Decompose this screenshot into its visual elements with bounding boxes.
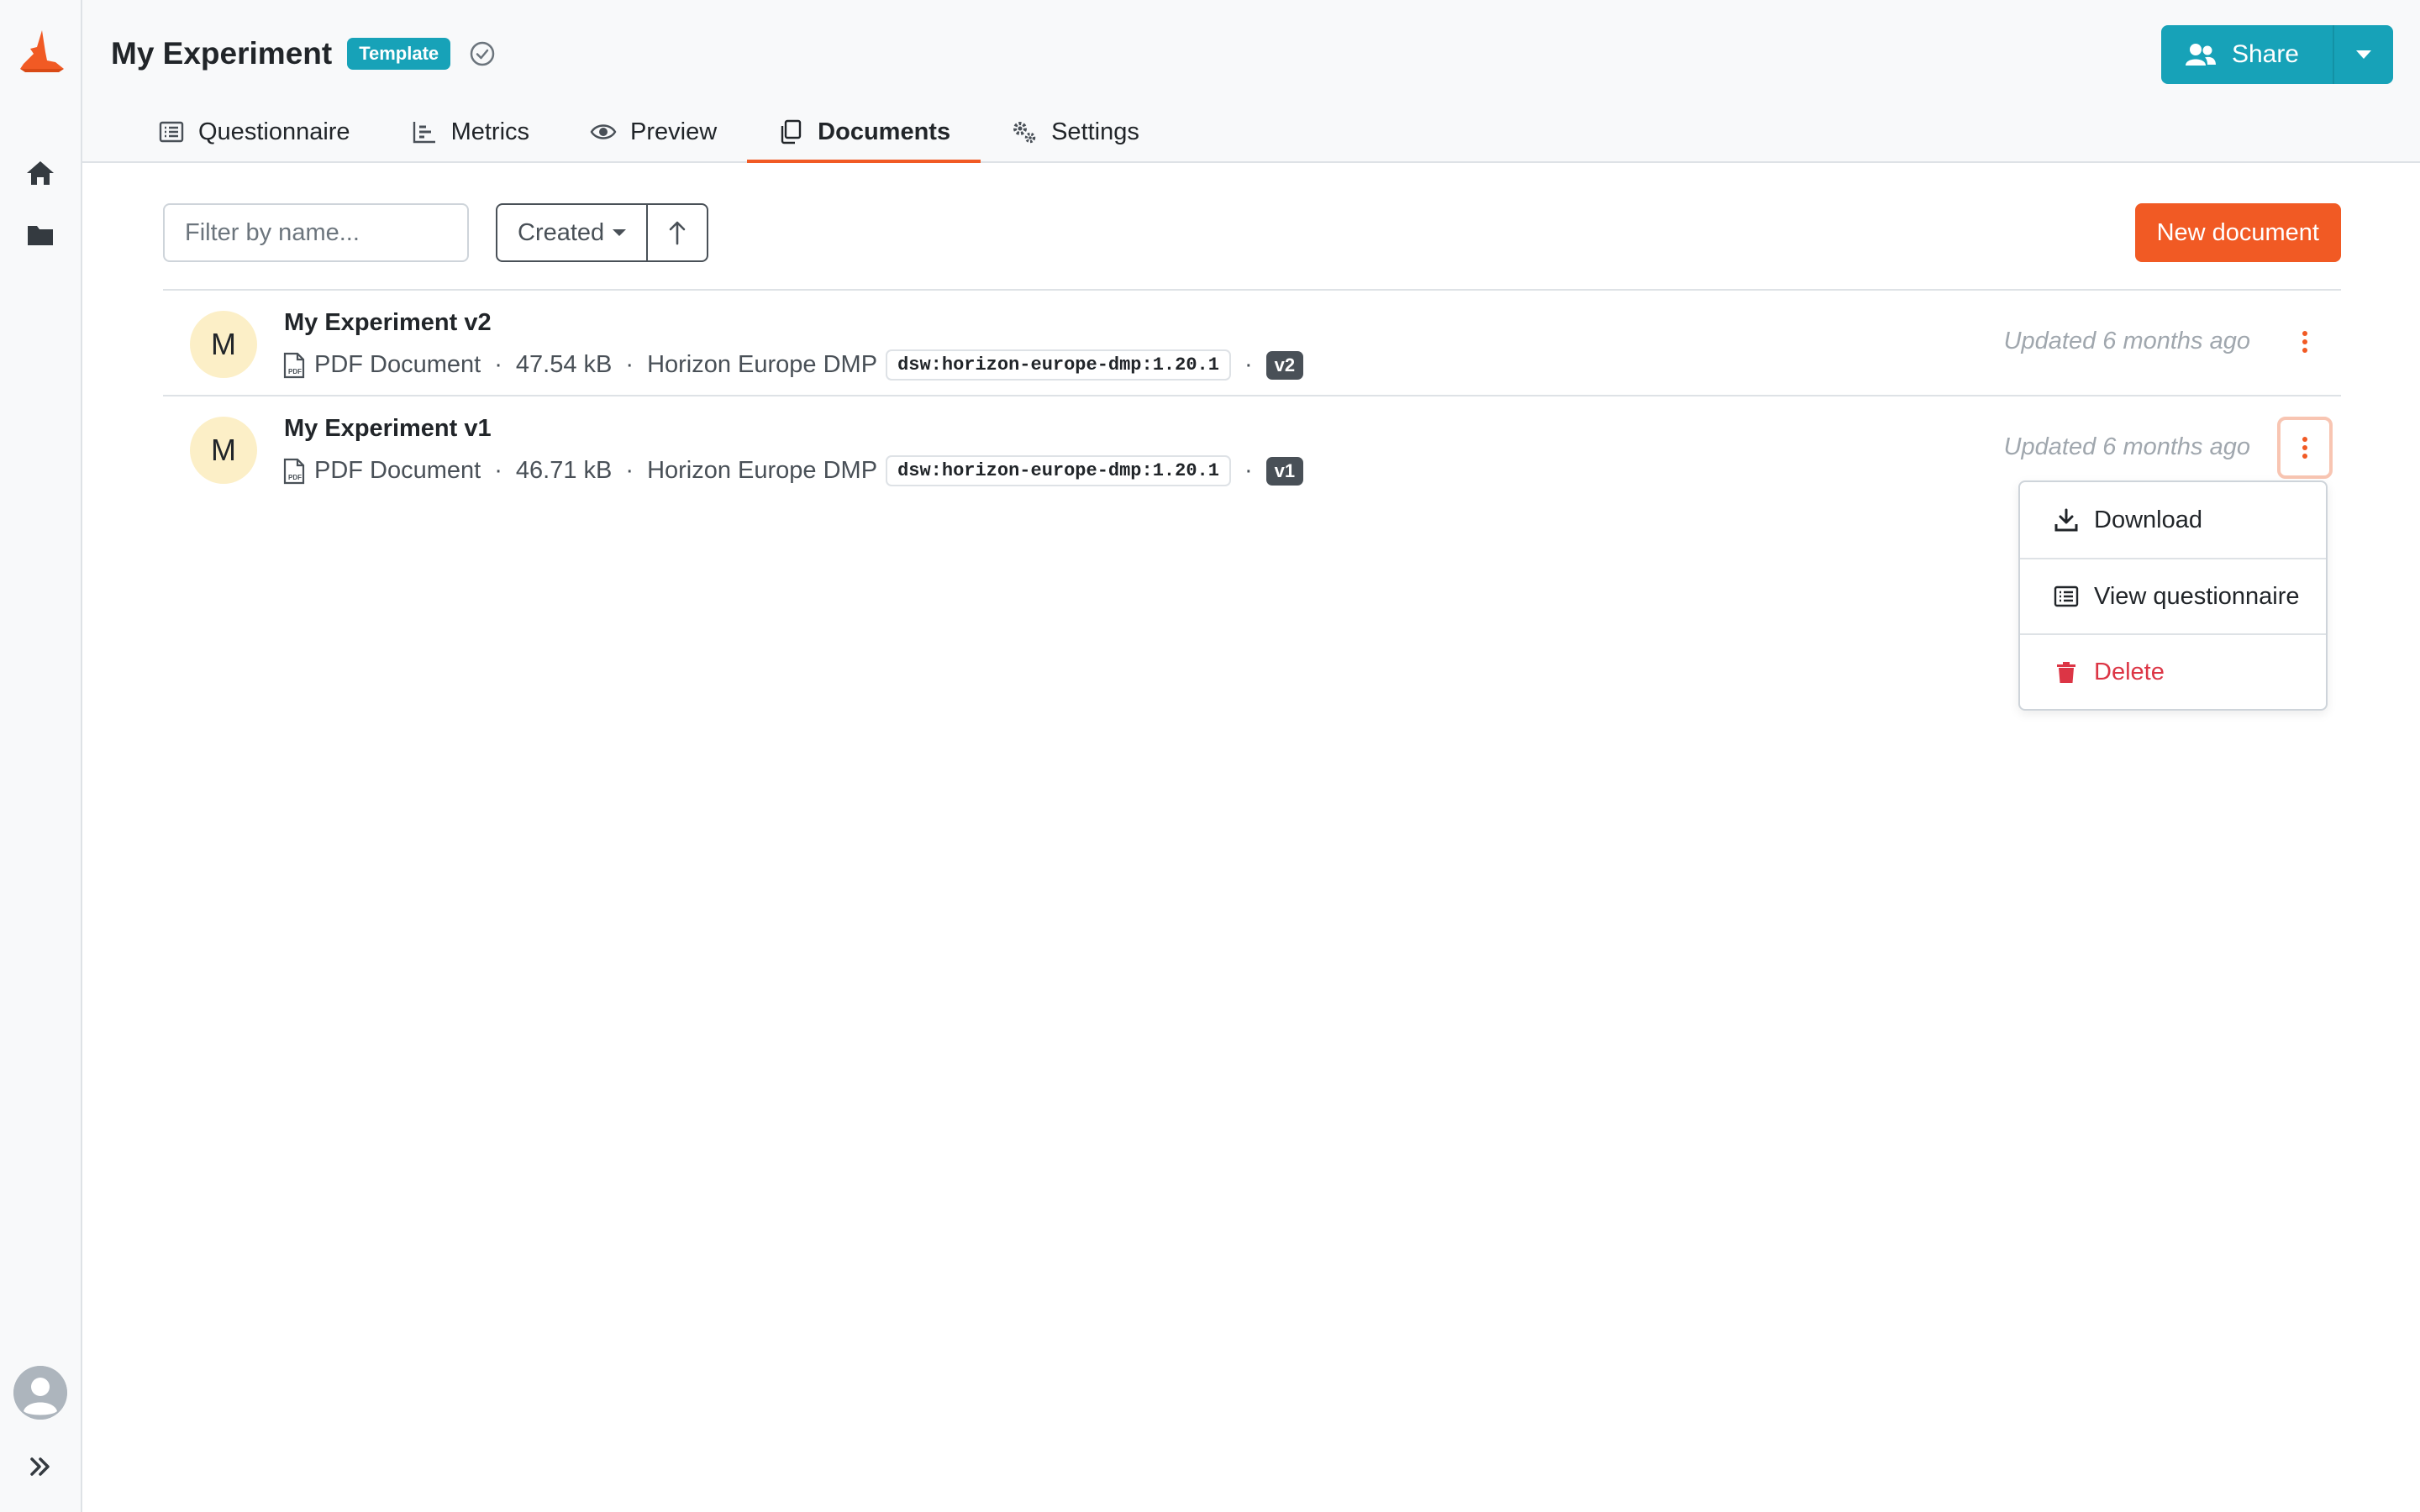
document-list: M My Experiment v2 PDF PDF Document · 47… <box>163 289 2341 501</box>
separator: · <box>494 351 502 378</box>
separator: · <box>1244 457 1253 484</box>
user-avatar[interactable] <box>13 1366 67 1420</box>
menu-item-download[interactable]: Download <box>2020 482 2326 558</box>
ellipsis-vertical-icon <box>2302 437 2307 459</box>
document-row[interactable]: M My Experiment v2 PDF PDF Document · 47… <box>163 289 2341 395</box>
document-row[interactable]: M My Experiment v1 PDF PDF Document · 46… <box>163 395 2341 501</box>
sort-direction-button[interactable] <box>648 205 707 260</box>
home-icon[interactable] <box>25 158 55 188</box>
svg-text:PDF: PDF <box>288 368 302 375</box>
share-button[interactable]: Share <box>2161 25 2333 84</box>
document-template-name: Horizon Europe DMP <box>647 457 878 484</box>
document-template-id: dsw:horizon-europe-dmp:1.20.1 <box>886 455 1231 486</box>
menu-item-delete[interactable]: Delete <box>2020 633 2326 709</box>
filter-input[interactable] <box>163 203 469 262</box>
tab-questionnaire[interactable]: Questionnaire <box>128 104 381 163</box>
document-updated: Updated 6 months ago <box>2003 433 2250 460</box>
document-version-badge: v1 <box>1265 456 1304 486</box>
list-icon <box>159 121 184 143</box>
document-actions-menu: Download View questionnaire Delete <box>2018 480 2328 711</box>
tab-preview[interactable]: Preview <box>560 104 747 163</box>
caret-down-icon <box>613 229 627 236</box>
svg-text:PDF: PDF <box>288 474 302 481</box>
document-avatar: M <box>190 311 257 378</box>
project-header: My Experiment Template Share Questionnai… <box>82 0 2420 163</box>
menu-item-view-questionnaire[interactable]: View questionnaire <box>2020 558 2326 633</box>
gears-icon <box>1013 122 1036 144</box>
document-size: 46.71 kB <box>515 457 613 484</box>
project-tabs: Questionnaire Metrics Preview Documents <box>128 104 1170 163</box>
app-logo[interactable] <box>17 29 67 74</box>
tab-label: Settings <box>1051 118 1139 145</box>
template-badge: Template <box>347 38 451 70</box>
eye-icon <box>590 124 617 139</box>
sidebar <box>0 0 82 1512</box>
trash-icon <box>2057 662 2075 683</box>
caret-down-icon <box>2356 50 2371 59</box>
separator: · <box>625 457 634 484</box>
share-dropdown-toggle[interactable] <box>2333 25 2393 84</box>
pdf-file-icon: PDF <box>283 458 305 484</box>
list-icon <box>2054 585 2079 607</box>
check-circle-icon <box>469 40 496 67</box>
tab-label: Preview <box>630 118 718 145</box>
document-format: PDF Document <box>314 351 481 378</box>
menu-item-label: View questionnaire <box>2094 582 2300 610</box>
document-name[interactable]: My Experiment v1 <box>284 415 492 443</box>
document-name[interactable]: My Experiment v2 <box>284 309 492 337</box>
menu-item-label: Delete <box>2094 658 2165 685</box>
title-row: My Experiment Template <box>111 32 496 76</box>
document-meta: PDF PDF Document · 46.71 kB · Horizon Eu… <box>282 455 1304 486</box>
sort-by-label: Created <box>518 218 605 246</box>
document-actions-button[interactable] <box>2277 417 2333 479</box>
document-size: 47.54 kB <box>515 351 613 378</box>
download-icon <box>2054 508 2078 532</box>
sort-by-dropdown[interactable]: Created <box>497 205 649 260</box>
tab-label: Questionnaire <box>198 118 350 145</box>
share-button-group: Share <box>2160 25 2393 84</box>
separator: · <box>625 351 634 378</box>
document-template-id: dsw:horizon-europe-dmp:1.20.1 <box>886 349 1231 381</box>
menu-item-label: Download <box>2094 506 2202 533</box>
document-avatar: M <box>190 417 257 484</box>
document-version-badge: v2 <box>1265 350 1304 380</box>
copy-icon <box>781 119 802 144</box>
document-template-name: Horizon Europe DMP <box>647 351 878 378</box>
pdf-file-icon: PDF <box>283 352 305 378</box>
tab-settings[interactable]: Settings <box>981 104 1170 163</box>
tab-metrics[interactable]: Metrics <box>381 104 560 163</box>
document-format: PDF Document <box>314 457 481 484</box>
share-label: Share <box>2231 40 2299 68</box>
arrow-up-icon <box>669 221 686 245</box>
sort-control: Created <box>496 203 709 262</box>
ellipsis-vertical-icon <box>2302 331 2307 353</box>
tab-label: Metrics <box>450 118 530 145</box>
document-updated: Updated 6 months ago <box>2003 328 2250 354</box>
new-document-button[interactable]: New document <box>2134 203 2341 262</box>
folder-icon[interactable] <box>25 220 55 250</box>
separator: · <box>1244 351 1253 378</box>
bar-chart-icon <box>413 122 435 144</box>
document-meta: PDF PDF Document · 47.54 kB · Horizon Eu… <box>282 349 1304 381</box>
page-title: My Experiment <box>111 36 333 71</box>
separator: · <box>494 457 502 484</box>
users-icon <box>2185 44 2216 66</box>
document-actions-button[interactable] <box>2277 311 2333 373</box>
expand-sidebar-icon[interactable] <box>25 1452 55 1482</box>
tab-documents[interactable]: Documents <box>747 104 981 163</box>
tab-label: Documents <box>818 118 951 145</box>
